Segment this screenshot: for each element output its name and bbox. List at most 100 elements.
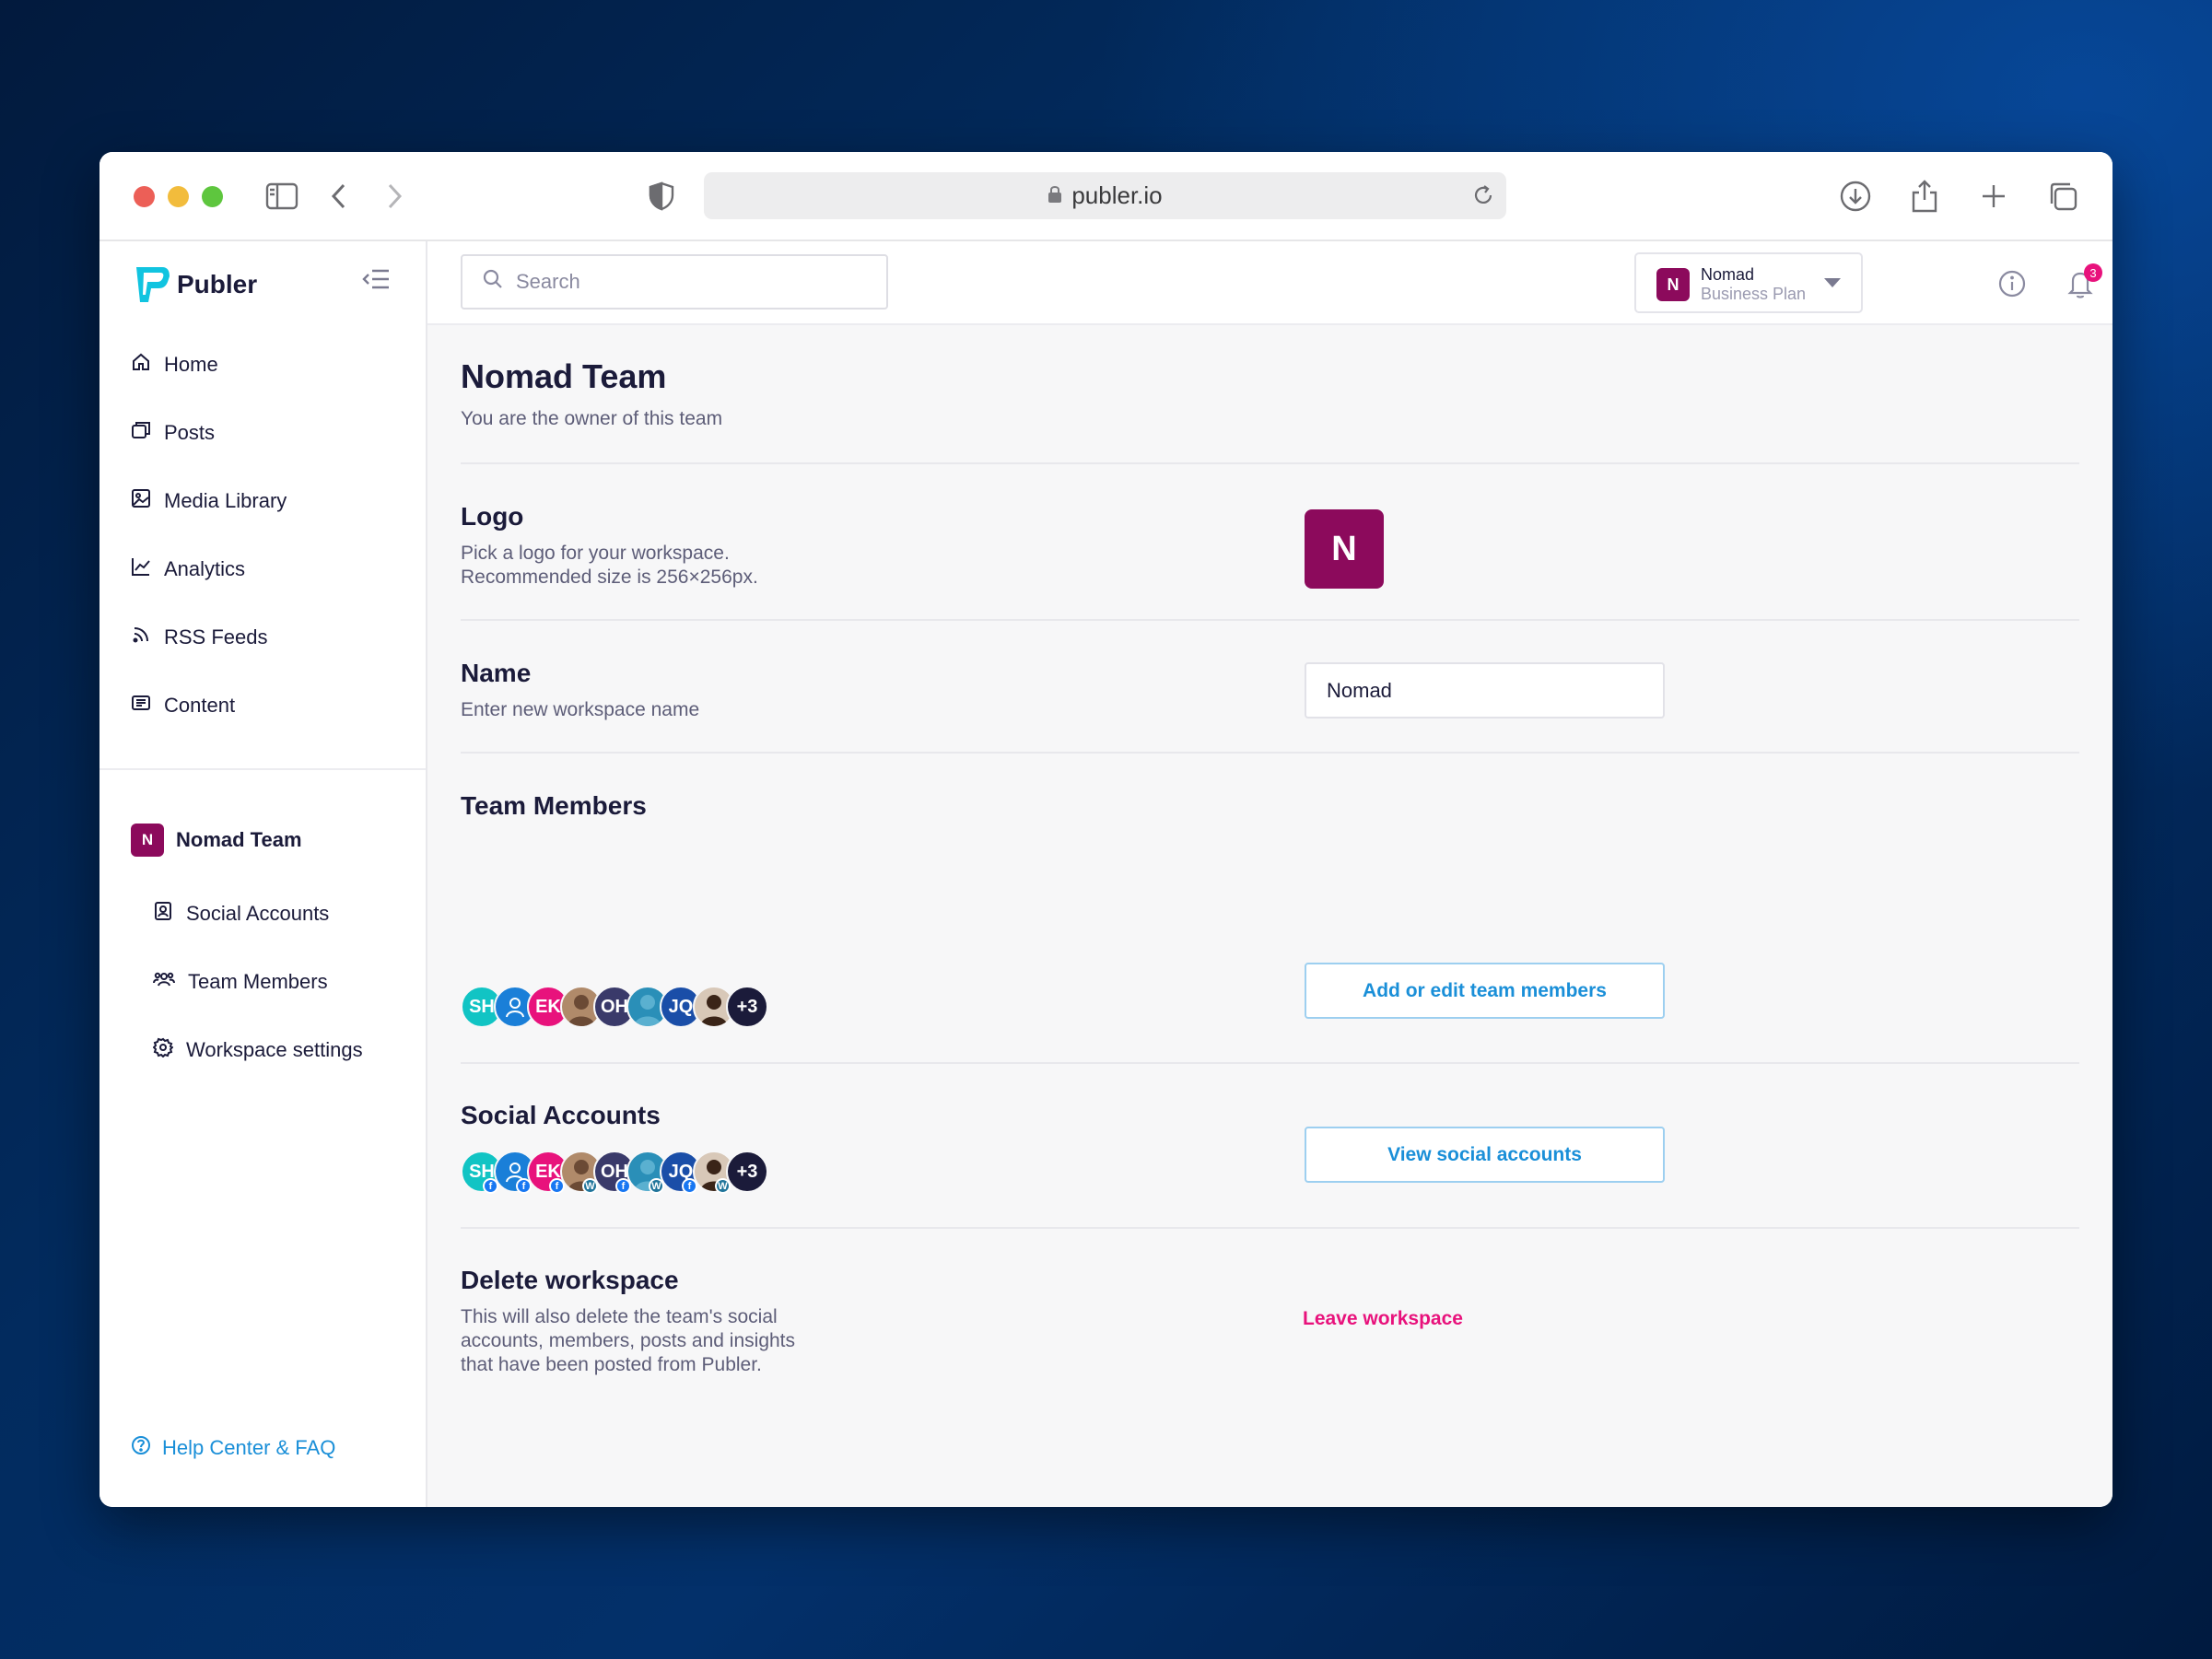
- search-input[interactable]: Search: [461, 254, 888, 310]
- url-text: publer.io: [1071, 181, 1163, 209]
- delete-section-desc-2: accounts, members, posts and insights: [461, 1330, 796, 1351]
- address-bar[interactable]: publer.io: [704, 172, 1506, 219]
- wordpress-icon: W: [715, 1178, 731, 1194]
- nav-home-label: Home: [164, 353, 218, 376]
- help-center-label: Help Center & FAQ: [162, 1436, 336, 1459]
- workspace-selector[interactable]: N Nomad Business Plan: [1634, 252, 1863, 313]
- maximize-window-button[interactable]: [202, 186, 223, 207]
- leave-workspace-link[interactable]: Leave workspace: [1303, 1308, 1463, 1330]
- close-window-button[interactable]: [134, 186, 155, 207]
- divider: [461, 1227, 2079, 1229]
- rss-icon: [131, 625, 164, 650]
- nav-rss-feeds[interactable]: RSS Feeds: [131, 619, 268, 656]
- forward-arrow-icon[interactable]: [372, 174, 416, 218]
- shield-icon[interactable]: [639, 174, 684, 218]
- add-edit-team-members-button[interactable]: Add or edit team members: [1305, 963, 1665, 1019]
- team-badge: N: [131, 824, 164, 857]
- logo-section-desc-2: Recommended size is 256×256px.: [461, 567, 758, 588]
- view-social-accounts-button[interactable]: View social accounts: [1305, 1127, 1665, 1183]
- back-arrow-icon[interactable]: [317, 174, 361, 218]
- workspace-plan: Business Plan: [1701, 285, 1807, 303]
- workspace-logo-picker[interactable]: N: [1305, 509, 1384, 589]
- sidebar: Publer Home Posts Media Library Analytic…: [99, 241, 427, 1507]
- sidebar-toggle-icon[interactable]: [260, 174, 304, 218]
- nav-content[interactable]: Content: [131, 687, 235, 724]
- divider: [461, 619, 2079, 621]
- facebook-icon: f: [682, 1178, 697, 1194]
- delete-section-desc-1: This will also delete the team's social: [461, 1306, 778, 1327]
- team-name: Nomad Team: [176, 828, 302, 851]
- page-title: Nomad Team: [461, 357, 667, 395]
- nav-content-label: Content: [164, 694, 236, 717]
- publer-logo[interactable]: Publer: [131, 263, 257, 306]
- notification-count-badge: 3: [2084, 263, 2102, 282]
- users-icon: [153, 969, 188, 995]
- chart-icon: [131, 556, 164, 582]
- browser-toolbar: publer.io: [99, 152, 2113, 241]
- sidebar-item-workspace-settings-label: Workspace settings: [186, 1038, 363, 1061]
- sidebar-item-social-accounts-label: Social Accounts: [186, 902, 330, 925]
- sidebar-divider: [99, 768, 426, 770]
- browser-window: publer.io Publer Home Posts Media Librar…: [99, 152, 2113, 1507]
- nav-posts-label: Posts: [164, 421, 216, 444]
- delete-section-desc-3: that have been posted from Publer.: [461, 1354, 762, 1375]
- facebook-icon: f: [516, 1178, 532, 1194]
- workspace-name: Nomad: [1701, 265, 1755, 284]
- search-placeholder: Search: [516, 270, 580, 293]
- facebook-icon: f: [483, 1178, 498, 1194]
- reload-icon[interactable]: [1471, 183, 1495, 214]
- divider: [461, 1062, 2079, 1064]
- brand-name: Publer: [177, 270, 258, 298]
- name-section-desc: Enter new workspace name: [461, 699, 700, 720]
- nav-analytics[interactable]: Analytics: [131, 551, 245, 588]
- logo-section-title: Logo: [461, 502, 524, 531]
- page-subtitle: You are the owner of this team: [461, 408, 723, 429]
- notifications-bell-icon[interactable]: 3: [2060, 263, 2102, 304]
- gear-icon: [152, 1037, 186, 1063]
- team-members-section-title: Team Members: [461, 791, 647, 820]
- social-accounts-section-title: Social Accounts: [461, 1101, 661, 1129]
- top-bar: Search N Nomad Business Plan 3 SH: [427, 241, 2113, 325]
- nav-home[interactable]: Home: [131, 346, 218, 383]
- wordpress-icon: W: [649, 1178, 664, 1194]
- nav-analytics-label: Analytics: [164, 557, 246, 580]
- collapse-menu-icon[interactable]: [361, 267, 391, 296]
- download-icon[interactable]: [1833, 174, 1878, 218]
- user-placeholder-icon: [506, 998, 524, 1018]
- facebook-icon: f: [549, 1178, 565, 1194]
- share-icon[interactable]: [1902, 174, 1947, 218]
- minimize-window-button[interactable]: [168, 186, 189, 207]
- image-icon: [131, 488, 164, 514]
- logo-section-desc-1: Pick a logo for your workspace.: [461, 543, 730, 564]
- name-section-title: Name: [461, 659, 532, 687]
- divider: [461, 462, 2079, 464]
- tabs-overview-icon[interactable]: [2041, 174, 2085, 218]
- info-icon[interactable]: [1992, 263, 2032, 304]
- sidebar-item-social-accounts[interactable]: Social Accounts: [153, 895, 329, 932]
- main-content: Search N Nomad Business Plan 3 SH Nomad …: [427, 241, 2113, 1507]
- delete-section-title: Delete workspace: [461, 1266, 679, 1294]
- sidebar-item-team-members-label: Team Members: [188, 970, 328, 993]
- sidebar-item-team-members[interactable]: Team Members: [153, 964, 328, 1000]
- publer-logo-icon: [136, 267, 170, 302]
- team-member-avatar: +3: [726, 986, 768, 1028]
- workspace-name-input[interactable]: [1305, 662, 1665, 719]
- divider: [461, 752, 2079, 754]
- social-account-avatar: +3: [726, 1151, 768, 1193]
- sidebar-item-workspace-settings[interactable]: Workspace settings: [152, 1032, 363, 1069]
- lock-icon: [1047, 181, 1062, 210]
- new-tab-plus-icon[interactable]: [1972, 174, 2016, 218]
- team-header[interactable]: N Nomad Team: [131, 824, 302, 857]
- nav-media-library[interactable]: Media Library: [131, 483, 287, 520]
- help-circle-icon: [131, 1435, 162, 1461]
- wordpress-icon: W: [582, 1178, 598, 1194]
- contact-card-icon: [153, 901, 186, 927]
- facebook-icon: f: [615, 1178, 631, 1194]
- help-center-link[interactable]: Help Center & FAQ: [131, 1435, 335, 1461]
- nav-posts[interactable]: Posts: [131, 415, 215, 451]
- home-icon: [131, 352, 164, 378]
- search-icon: [483, 269, 516, 295]
- workspace-badge: N: [1656, 268, 1690, 301]
- posts-icon: [131, 420, 164, 446]
- nav-media-library-label: Media Library: [164, 489, 287, 512]
